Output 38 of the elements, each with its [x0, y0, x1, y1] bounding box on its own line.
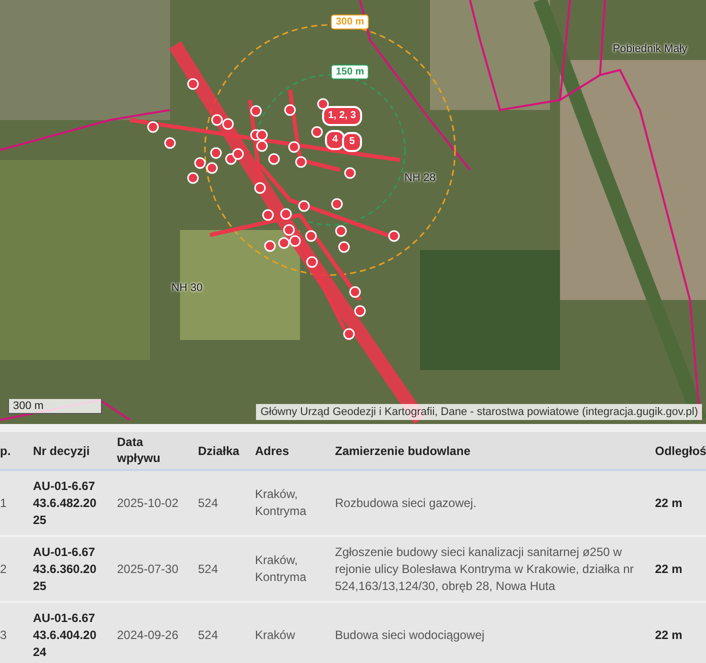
table-cell-text: Kraków	[255, 627, 296, 644]
table-cell: 524	[198, 627, 218, 644]
map-marker[interactable]: 1, 2, 3	[322, 106, 362, 126]
table-cell: Budowa sieci wodociągowej	[335, 627, 484, 644]
radius-label: 300 m	[330, 14, 370, 30]
table-cell: 22 m	[655, 495, 682, 512]
table-cell: 22 m	[655, 561, 682, 578]
table-cell: 2025-10-02	[117, 495, 178, 512]
table-cell: 2025-07-30	[117, 561, 178, 578]
table-cell: Rozbudowa sieci gazowej.	[335, 495, 476, 512]
column-header[interactable]: Adres	[255, 444, 290, 458]
radius-label: 150 m	[330, 64, 370, 80]
table-cell: 524	[198, 495, 218, 512]
table-cell-text: Zgłoszenie budowy sieci kanalizacji sanitarnej ø250 w rejonie ulicy Bolesława Kontryma w Krakowie, działka nr 524,163/13,124/30, obręb 28, Nowa Huta	[335, 544, 635, 594]
column-header[interactable]: Zamierzenie budowlane	[335, 444, 470, 458]
column-header[interactable]: Działka	[198, 444, 240, 458]
place-label: NH 30	[171, 280, 203, 296]
table-cell: 524	[198, 561, 218, 578]
scale-bar: 300 m	[8, 399, 102, 414]
table-cell: 3	[0, 627, 7, 644]
table-cell: 22 m	[655, 627, 682, 644]
column-header[interactable]: Data wpływu	[117, 434, 157, 466]
table-cell-text: Kraków, Kontryma	[255, 486, 308, 520]
table-cell-text: Kraków, Kontryma	[255, 552, 308, 586]
column-header[interactable]: Odległoś	[655, 444, 706, 458]
table-cell-text: AU-01-6.6743.6.360.2025	[33, 544, 98, 594]
table-cell: 2024-09-26	[117, 627, 178, 644]
table-cell: 2	[0, 561, 7, 578]
place-label: NH 28	[404, 170, 436, 186]
map-marker[interactable]: 5	[342, 132, 362, 152]
place-label: Pobiednik Mały	[612, 42, 688, 57]
table-cell-text: AU-01-6.6743.6.482.2025	[33, 478, 98, 528]
satellite-map[interactable]: Pobiednik Mały NH 28 NH 30 300 m 150 m 1, 2, 3 4 5 300 m Główny Urząd Geodezji i Kartografii, Dane - starostwa powiatowe (integracja.gugik.gov.pl)	[0, 0, 706, 424]
column-header[interactable]: Nr decyzji	[33, 444, 90, 458]
map-attribution: Główny Urząd Geodezji i Kartografii, Dane - starostwa powiatowe (integracja.gugik.gov.pl)	[256, 404, 702, 420]
table-cell: 1	[0, 495, 7, 512]
column-header[interactable]: p.	[0, 444, 11, 458]
table-cell-text: AU-01-6.6743.6.404.2024	[33, 610, 98, 660]
